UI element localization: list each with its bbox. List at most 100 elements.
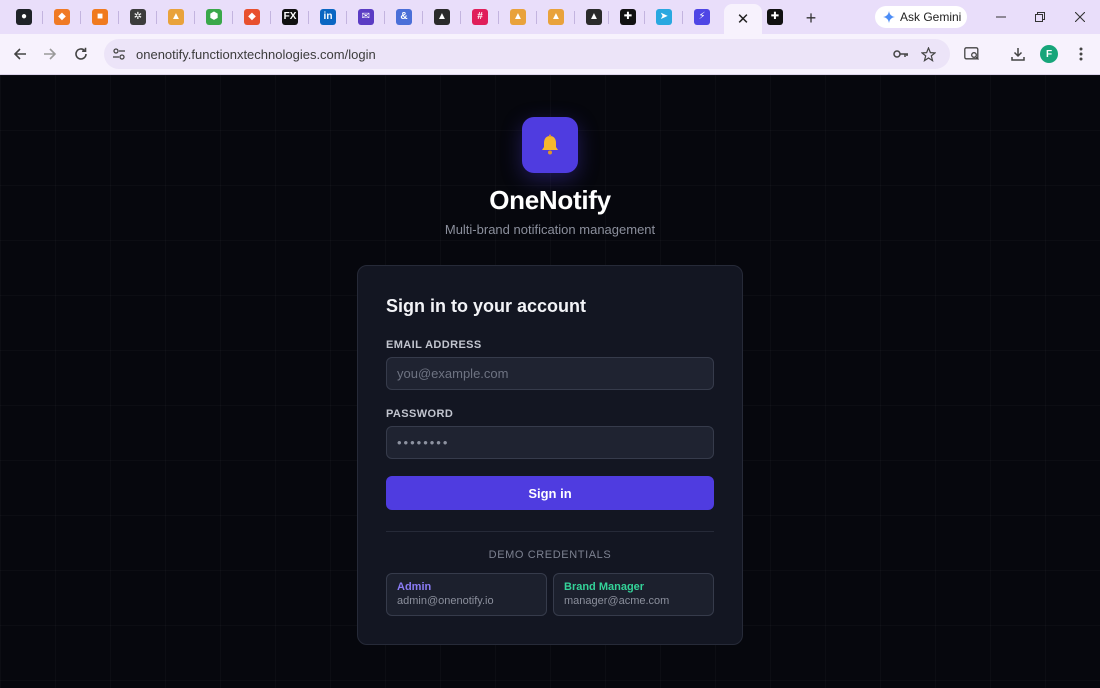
cube-icon: ■ <box>92 9 108 25</box>
tab-separator <box>536 11 537 24</box>
back-arrow-icon <box>13 48 26 60</box>
gemini-sparkle-icon <box>883 11 895 23</box>
ask-gemini-button[interactable]: Ask Gemini <box>875 6 967 28</box>
hexagon-icon: ⬢ <box>206 9 222 25</box>
plus-square-icon: ✚ <box>767 9 783 25</box>
restore-icon <box>1035 12 1045 22</box>
tab-17[interactable]: ➤ <box>645 0 683 34</box>
demo-email: admin@onenotify.io <box>397 595 494 607</box>
password-field[interactable] <box>386 426 714 459</box>
close-window-icon <box>1075 12 1085 22</box>
tab-separator <box>232 11 233 24</box>
browser-toolbar: onenotify.functionxtechnologies.com/logi… <box>0 34 1100 75</box>
mail-stack-icon: ✉ <box>358 9 374 25</box>
tab-9[interactable]: ✉ <box>347 0 385 34</box>
tab-4[interactable]: ▲ <box>157 0 195 34</box>
minimize-icon <box>996 16 1006 18</box>
bookmark-star-icon[interactable] <box>919 45 937 63</box>
demo-email: manager@acme.com <box>564 595 670 607</box>
tab-separator <box>270 11 271 24</box>
login-heading: Sign in to your account <box>386 296 587 316</box>
tab-last[interactable]: ✚ <box>756 0 794 34</box>
ampersand-icon: & <box>396 9 412 25</box>
tab-separator <box>498 11 499 24</box>
tab-separator <box>422 11 423 24</box>
restore-button[interactable] <box>1031 8 1049 26</box>
forward-arrow-icon <box>44 48 57 60</box>
forward-button[interactable] <box>39 43 61 65</box>
tab-0[interactable]: ● <box>5 0 43 34</box>
fx-icon: FX <box>282 9 298 25</box>
email-label: EMAIL ADDRESS <box>386 339 482 351</box>
demo-credential-brand-manager[interactable]: Brand Manager manager@acme.com <box>553 573 714 616</box>
graduation-cap-icon: ▲ <box>434 9 450 25</box>
back-button[interactable] <box>9 43 31 65</box>
password-label: PASSWORD <box>386 408 454 420</box>
demo-credentials-heading: DEMO CREDENTIALS <box>488 549 612 561</box>
stacked-app-icon: ▲ <box>168 9 184 25</box>
git-icon: ◆ <box>244 9 260 25</box>
tab-7[interactable]: FX <box>271 0 309 34</box>
plus-square-icon: ✚ <box>620 9 636 25</box>
bell-icon <box>542 134 558 155</box>
orange-app-icon: ◆ <box>54 9 70 25</box>
tab-separator <box>384 11 385 24</box>
tab-separator <box>156 11 157 24</box>
tab-separator <box>80 11 81 24</box>
close-tab-icon[interactable]: ✕ <box>737 10 750 28</box>
login-card: Sign in to your account EMAIL ADDRESS PA… <box>357 265 743 645</box>
stacked-app-icon: ▲ <box>548 9 564 25</box>
tab-separator <box>608 11 609 24</box>
browser-menu-icon[interactable] <box>1071 44 1091 64</box>
reload-icon <box>75 47 87 60</box>
tab-2[interactable]: ■ <box>81 0 119 34</box>
sign-in-button[interactable]: Sign in <box>386 476 714 510</box>
tab-3[interactable]: ✲ <box>119 0 157 34</box>
address-bar[interactable]: onenotify.functionxtechnologies.com/logi… <box>104 39 950 69</box>
close-window-button[interactable] <box>1071 8 1089 26</box>
stacked-app-icon: ▲ <box>510 9 526 25</box>
tab-6[interactable]: ◆ <box>233 0 271 34</box>
site-info-icon[interactable] <box>111 46 127 62</box>
graduation-cap-icon: ▲ <box>586 9 602 25</box>
email-field[interactable] <box>386 357 714 390</box>
tab-10[interactable]: & <box>385 0 423 34</box>
tab-separator <box>118 11 119 24</box>
app-logo <box>522 117 578 173</box>
bolt-icon: ⚡ <box>694 9 710 25</box>
app-tagline: Multi-brand notification management <box>444 222 656 237</box>
tab-separator <box>574 11 575 24</box>
new-tab-button[interactable]: + <box>800 7 822 29</box>
tab-separator <box>194 11 195 24</box>
download-icon[interactable] <box>1008 44 1028 64</box>
demo-role: Brand Manager <box>564 581 645 593</box>
divider <box>386 531 714 532</box>
app-title: OneNotify <box>489 185 611 215</box>
ask-gemini-label: Ask Gemini <box>900 10 962 24</box>
tab-separator <box>682 11 683 24</box>
tab-separator <box>644 11 645 24</box>
tab-5[interactable]: ⬢ <box>195 0 233 34</box>
password-key-icon[interactable] <box>892 45 910 63</box>
browser-tab-strip: ● ◆ ■ ✲ ▲ ⬢ ◆ FX in ✉ & ▲ # ▲ ▲ ▲ ✚ ➤ ⚡ ✕ ✚ + Ask Gemini <box>0 0 1100 34</box>
slack-icon: # <box>472 9 488 25</box>
demo-credential-admin[interactable]: Admin admin@onenotify.io <box>386 573 547 616</box>
tab-separator <box>460 11 461 24</box>
login-page: OneNotify Multi-brand notification manag… <box>0 75 1100 688</box>
tab-separator <box>308 11 309 24</box>
profile-avatar[interactable]: F <box>1040 45 1058 63</box>
tab-16[interactable]: ✚ <box>609 0 647 34</box>
tab-separator <box>346 11 347 24</box>
minimize-button[interactable] <box>992 8 1010 26</box>
tab-12[interactable]: # <box>461 0 499 34</box>
tab-13[interactable]: ▲ <box>499 0 537 34</box>
tab-search-icon[interactable] <box>962 44 982 64</box>
reload-button[interactable] <box>70 43 92 65</box>
github-icon: ● <box>16 9 32 25</box>
tab-11[interactable]: ▲ <box>423 0 461 34</box>
tab-18[interactable]: ⚡ <box>683 0 721 34</box>
tab-14[interactable]: ▲ <box>537 0 575 34</box>
tab-1[interactable]: ◆ <box>43 0 81 34</box>
url-text[interactable]: onenotify.functionxtechnologies.com/logi… <box>136 47 376 62</box>
tab-8[interactable]: in <box>309 0 347 34</box>
